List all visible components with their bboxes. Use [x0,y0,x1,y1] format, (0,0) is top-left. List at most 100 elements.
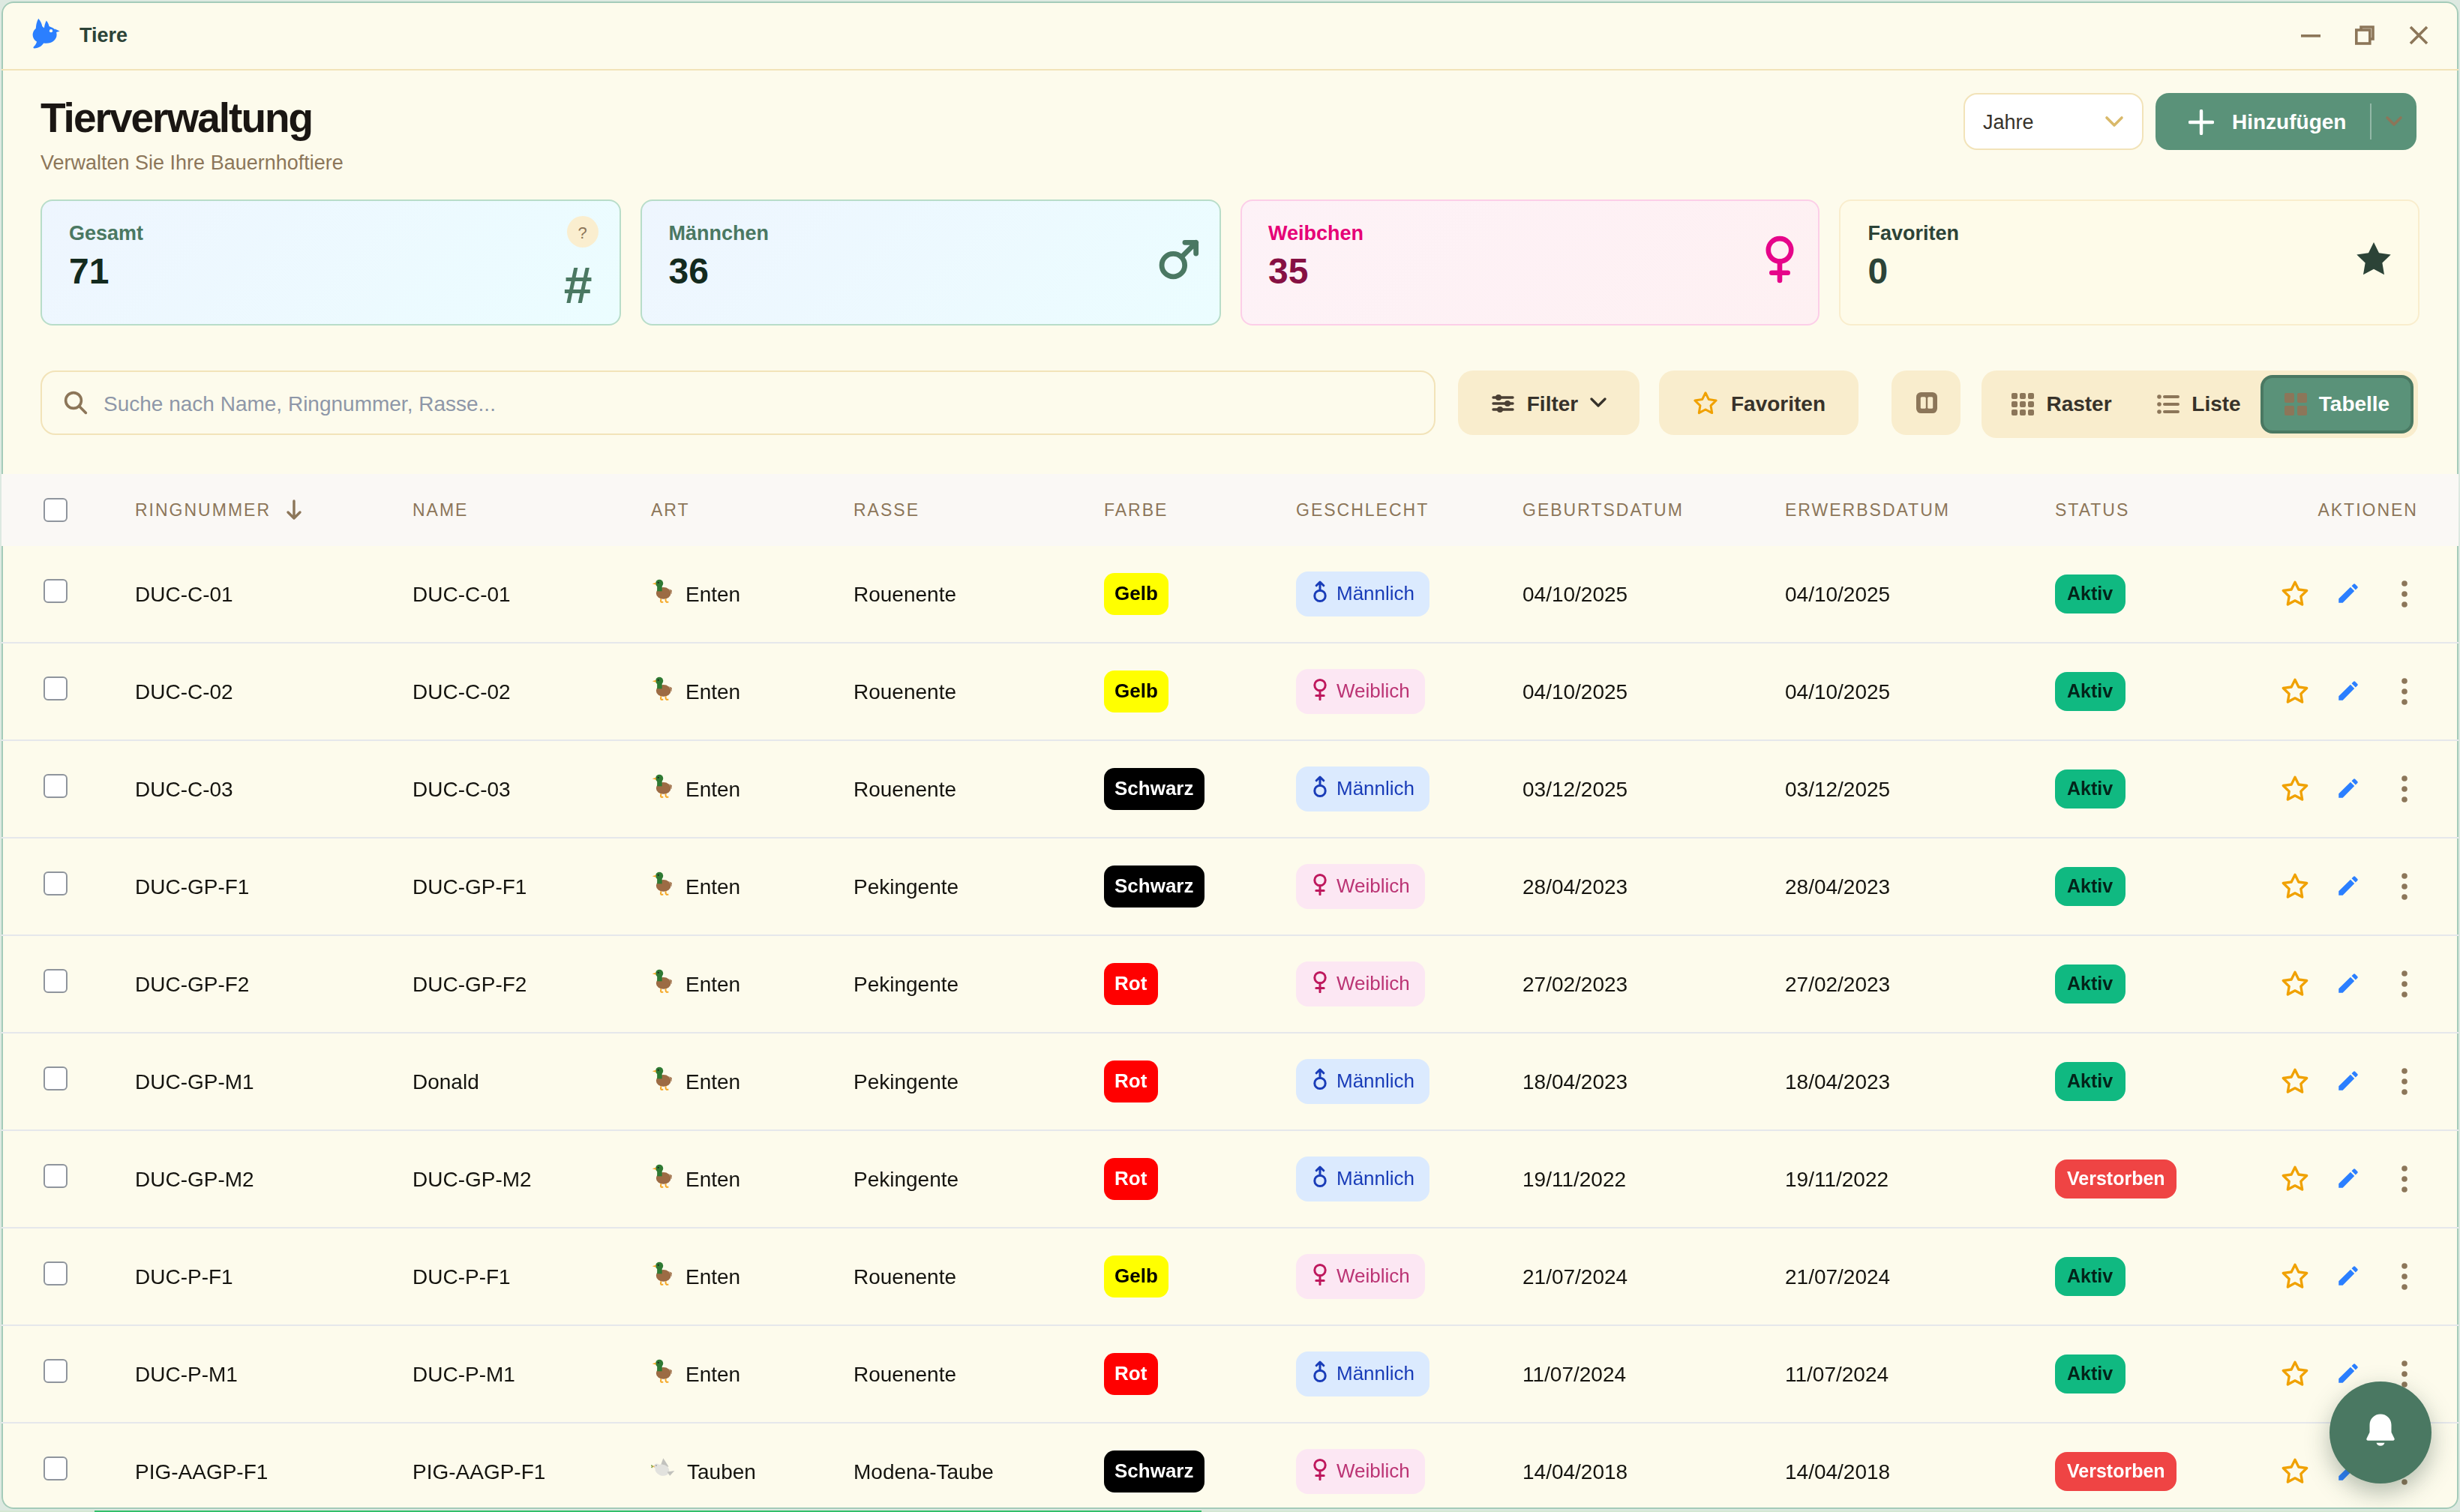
period-select[interactable]: Jahre [1964,93,2144,150]
row-checkbox[interactable] [44,676,68,700]
cell-art: Enten [651,675,854,706]
color-badge: Gelb [1104,1255,1168,1297]
favorite-star-button[interactable] [2280,1456,2310,1486]
table-row[interactable]: DUC-C-01DUC-C-01EntenRouenenteGelbMännli… [2,545,2458,643]
row-checkbox[interactable] [44,872,68,896]
cell-rasse: Pekingente [854,971,1104,995]
col-geschlecht[interactable]: Geschlecht [1296,501,1522,519]
cell-erwerbsdatum: 03/12/2025 [1785,776,2055,800]
cell-status: Aktiv [2055,1061,2274,1100]
row-checkbox[interactable] [44,969,68,993]
col-art[interactable]: Art [651,501,854,519]
star-outline-icon [1692,389,1719,416]
col-geburtsdatum[interactable]: Geburtsdatum [1522,501,1785,519]
more-actions-button[interactable] [2402,970,2408,997]
edit-button[interactable] [2336,678,2361,704]
table-row[interactable]: DUC-C-02DUC-C-02EntenRouenenteGelbWeibli… [2,643,2458,740]
row-checkbox[interactable] [44,1164,68,1188]
male-icon [1311,775,1329,802]
filter-button[interactable]: Filter [1458,370,1640,435]
favorites-button[interactable]: Favoriten [1659,370,1858,435]
row-checkbox[interactable] [44,1262,68,1286]
edit-button[interactable] [2336,970,2361,996]
col-erwerbsdatum[interactable]: Erwerbsdatum [1785,501,2055,519]
more-actions-button[interactable] [2402,775,2408,802]
cell-art: Enten [651,1358,854,1389]
view-tabelle[interactable]: Tabelle [2260,374,2414,433]
minimize-button[interactable] [2301,26,2320,45]
view-raster[interactable]: Raster [1986,374,2138,433]
duck-icon [651,968,675,999]
favorite-star-button[interactable] [2280,773,2310,803]
notifications-fab[interactable] [2330,1382,2432,1484]
table-row[interactable]: DUC-P-M1DUC-P-M1EntenRouenenteRotMännlic… [2,1325,2458,1423]
stat-label: Weibchen [1268,222,1792,244]
view-liste[interactable]: Liste [2138,374,2260,433]
table-row[interactable]: DUC-P-F1DUC-P-F1EntenRouenenteGelbWeibli… [2,1228,2458,1325]
table-row[interactable]: DUC-GP-F1DUC-GP-F1EntenPekingenteSchwarz… [2,838,2458,935]
select-all-checkbox[interactable] [44,498,68,522]
table-row[interactable]: DUC-GP-M2DUC-GP-M2EntenPekingenteRotMänn… [2,1130,2458,1228]
edit-button[interactable] [2336,580,2361,606]
columns-button[interactable] [1892,370,1960,435]
search-input[interactable] [104,391,1304,415]
col-ringnummer[interactable]: Ringnummer [135,500,412,520]
favorite-star-button[interactable] [2280,1066,2310,1096]
more-actions-button[interactable] [2402,872,2408,899]
row-checkbox[interactable] [44,1359,68,1383]
add-dropdown-caret[interactable] [2372,116,2416,128]
more-actions-button[interactable] [2402,1360,2408,1387]
row-checkbox[interactable] [44,774,68,798]
table-row[interactable]: DUC-GP-F2DUC-GP-F2EntenPekingenteRotWeib… [2,935,2458,1033]
table-row[interactable]: PIG-AAGP-F1PIG-AAGP-F1TaubenModena-Taube… [2,1423,2458,1509]
status-badge: Aktiv [2055,964,2125,1003]
help-badge[interactable]: ? [567,216,598,248]
row-checkbox[interactable] [44,1066,68,1090]
cell-rasse: Pekingente [854,874,1104,898]
favorite-star-button[interactable] [2280,676,2310,706]
duck-icon [651,870,675,902]
row-checkbox[interactable] [44,1456,68,1480]
edit-button[interactable] [2336,1263,2361,1288]
edit-button[interactable] [2336,1166,2361,1191]
search-icon [63,390,88,416]
table-row[interactable]: DUC-GP-M1DonaldEntenPekingenteRotMännlic… [2,1033,2458,1130]
edit-button[interactable] [2336,1360,2361,1386]
col-farbe[interactable]: Farbe [1104,501,1296,519]
more-actions-button[interactable] [2402,580,2408,607]
favorite-star-button[interactable] [2280,1358,2310,1388]
favorite-star-button[interactable] [2280,1163,2310,1193]
more-actions-button[interactable] [2402,1067,2408,1094]
add-button[interactable]: Hinzufügen [2156,93,2416,150]
favorite-star-button[interactable] [2280,578,2310,608]
col-rasse[interactable]: Rasse [854,501,1104,519]
more-actions-button[interactable] [2402,677,2408,704]
gender-badge: Männlich [1296,1351,1430,1396]
filter-label: Filter [1527,391,1578,415]
table-row[interactable]: DUC-C-03DUC-C-03EntenRouenenteSchwarzMän… [2,740,2458,838]
col-name[interactable]: Name [412,501,651,519]
male-icon [1311,1360,1329,1387]
favorite-star-button[interactable] [2280,1261,2310,1291]
edit-button[interactable] [2336,776,2361,801]
cell-ringnummer: DUC-GP-F1 [135,874,412,898]
more-actions-button[interactable] [2402,1165,2408,1192]
col-status[interactable]: Status [2055,501,2274,519]
cell-erwerbsdatum: 19/11/2022 [1785,1166,2055,1190]
gender-badge: Weiblich [1296,668,1425,713]
cell-geburtsdatum: 27/02/2023 [1522,971,1785,995]
edit-button[interactable] [2336,1068,2361,1094]
edit-button[interactable] [2336,873,2361,898]
columns-icon [1915,392,1937,414]
cell-aktionen [2274,773,2418,803]
favorite-star-button[interactable] [2280,871,2310,901]
cell-ringnummer: DUC-C-01 [135,581,412,605]
cell-status: Aktiv [2055,671,2274,710]
cell-ringnummer: PIG-AAGP-F1 [135,1459,412,1483]
favorite-star-button[interactable] [2280,968,2310,998]
more-actions-button[interactable] [2402,1262,2408,1289]
maximize-button[interactable] [2355,26,2374,45]
close-button[interactable] [2409,26,2428,45]
row-checkbox[interactable] [44,579,68,603]
stat-value: 35 [1268,250,1792,292]
